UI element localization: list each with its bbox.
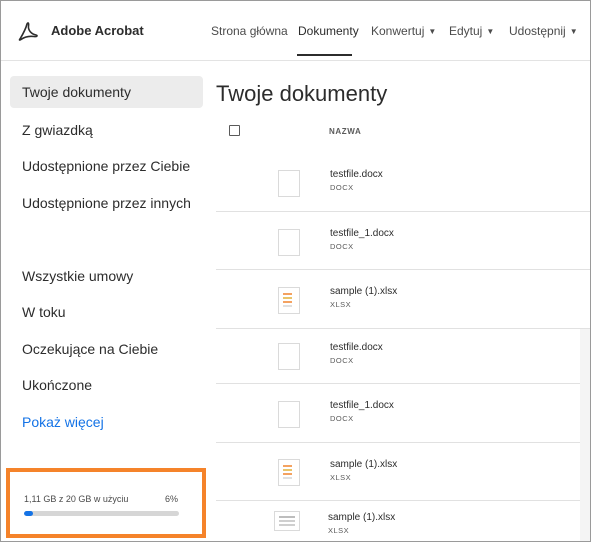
docx-file-icon xyxy=(278,170,300,197)
storage-progress-bar xyxy=(24,511,179,516)
storage-usage-percent: 6% xyxy=(165,494,179,504)
file-row[interactable]: testfile_1.docx DOCX xyxy=(216,384,580,443)
file-row[interactable]: sample (1).xlsx XLSX xyxy=(216,270,590,329)
sidebar-item-shared-by-others[interactable]: Udostępnione przez innych xyxy=(10,187,203,219)
app-title[interactable]: Adobe Acrobat xyxy=(51,23,144,38)
main-content: Twoje dokumenty NAZWA testfile.docx DOCX… xyxy=(213,62,590,541)
nav-edit-label: Edytuj xyxy=(449,24,483,38)
file-type: DOCX xyxy=(330,356,354,365)
xlsx-file-icon xyxy=(278,459,300,486)
file-name[interactable]: testfile_1.docx xyxy=(330,228,394,239)
sidebar-item-in-progress[interactable]: W toku xyxy=(10,296,203,328)
nav-convert[interactable]: Konwertuj ▼ xyxy=(371,24,436,38)
nav-documents-label: Dokumenty xyxy=(298,24,359,38)
storage-usage-text: 1,11 GB z 20 GB w użyciu xyxy=(24,494,129,504)
xlsx-file-icon xyxy=(278,287,300,314)
file-row[interactable]: sample (1).xlsx XLSX xyxy=(216,443,580,501)
file-row[interactable]: sample (1).xlsx XLSX xyxy=(216,501,580,541)
nav-documents[interactable]: Dokumenty xyxy=(298,24,359,38)
show-more-link[interactable]: Pokaż więcej xyxy=(10,406,203,438)
docx-file-icon xyxy=(278,343,300,370)
file-list: testfile.docx DOCX testfile_1.docx DOCX … xyxy=(216,153,590,541)
nav-edit[interactable]: Edytuj ▼ xyxy=(449,24,494,38)
docx-file-icon xyxy=(278,401,300,428)
file-name[interactable]: sample (1).xlsx xyxy=(330,459,397,470)
nav-convert-label: Konwertuj xyxy=(371,24,425,38)
file-type: DOCX xyxy=(330,414,354,423)
nav-home-label: Strona główna xyxy=(211,24,288,38)
column-header-name[interactable]: NAZWA xyxy=(329,127,361,136)
sidebar-item-waiting-for-you[interactable]: Oczekujące na Ciebie xyxy=(10,333,203,365)
nav-active-indicator xyxy=(297,54,352,56)
file-name[interactable]: testfile_1.docx xyxy=(330,400,394,411)
file-row[interactable]: testfile_1.docx DOCX xyxy=(216,212,590,270)
file-type: XLSX xyxy=(330,473,352,482)
chevron-down-icon: ▼ xyxy=(569,27,578,36)
nav-share[interactable]: Udostępnij ▼ xyxy=(509,24,578,38)
sidebar-item-your-documents[interactable]: Twoje dokumenty xyxy=(10,76,203,108)
nav-share-label: Udostępnij xyxy=(509,24,566,38)
file-name[interactable]: sample (1).xlsx xyxy=(330,286,397,297)
file-type: XLSX xyxy=(328,526,350,535)
nav-home[interactable]: Strona główna xyxy=(211,24,288,38)
file-type: DOCX xyxy=(330,183,354,192)
acrobat-logo-icon[interactable] xyxy=(17,20,39,42)
app-window: Adobe Acrobat Strona główna Dokumenty Ko… xyxy=(0,0,591,542)
file-type: DOCX xyxy=(330,242,354,251)
storage-progress-fill xyxy=(24,511,34,516)
top-header: Adobe Acrobat Strona główna Dokumenty Ko… xyxy=(1,1,590,61)
sidebar-item-completed[interactable]: Ukończone xyxy=(10,369,203,401)
file-row[interactable]: testfile.docx DOCX xyxy=(216,329,580,384)
page-title: Twoje dokumenty xyxy=(216,81,388,106)
file-name[interactable]: sample (1).xlsx xyxy=(328,512,395,523)
chevron-down-icon: ▼ xyxy=(486,27,495,36)
chevron-down-icon: ▼ xyxy=(428,27,437,36)
file-type: XLSX xyxy=(330,300,352,309)
sidebar-item-shared-by-you[interactable]: Udostępnione przez Ciebie xyxy=(10,150,203,182)
docx-file-icon xyxy=(278,229,300,256)
file-row[interactable]: testfile.docx DOCX xyxy=(216,153,590,212)
xlsx-file-icon xyxy=(274,511,300,531)
file-name[interactable]: testfile.docx xyxy=(330,169,383,180)
sidebar-item-all-agreements[interactable]: Wszystkie umowy xyxy=(10,260,203,292)
storage-usage-panel: 1,11 GB z 20 GB w użyciu 6% xyxy=(6,468,206,538)
file-name[interactable]: testfile.docx xyxy=(330,342,383,353)
select-all-checkbox[interactable] xyxy=(229,125,240,136)
sidebar-item-starred[interactable]: Z gwiazdką xyxy=(10,114,203,146)
